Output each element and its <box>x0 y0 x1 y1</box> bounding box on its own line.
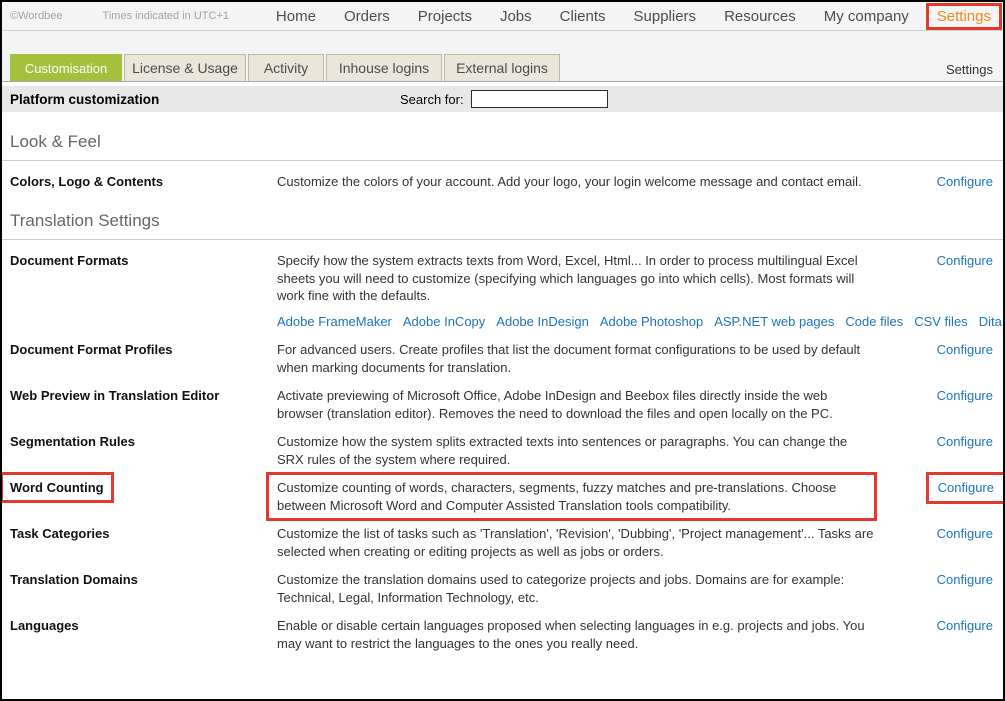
format-link[interactable]: CSV files <box>914 314 967 329</box>
search-group: Search for: <box>400 90 608 108</box>
setting-row-description: Customize how the system splits extracte… <box>277 433 877 468</box>
format-link[interactable]: Adobe Photoshop <box>600 314 703 329</box>
setting-row-segmentation-rules: Segmentation Rules Customize how the sys… <box>2 433 1003 468</box>
nav-item-my-company[interactable]: My company <box>824 8 909 25</box>
setting-row-colors-logo-contents: Colors, Logo & Contents Customize the co… <box>2 173 1003 191</box>
setting-row-description: Activate previewing of Microsoft Office,… <box>277 387 877 422</box>
search-label: Search for: <box>400 92 464 107</box>
configure-link[interactable]: Configure <box>937 342 993 357</box>
format-link[interactable]: Code files <box>845 314 903 329</box>
setting-row-languages: Languages Enable or disable certain lang… <box>2 617 1003 652</box>
nav-item-jobs[interactable]: Jobs <box>500 8 532 25</box>
search-input[interactable] <box>471 90 608 108</box>
setting-row-description: Customize the translation domains used t… <box>277 571 877 606</box>
configure-link[interactable]: Configure <box>937 388 993 403</box>
nav-item-home[interactable]: Home <box>276 8 316 25</box>
configure-link[interactable]: Configure <box>937 174 993 189</box>
tab-license-usage[interactable]: License & Usage <box>124 54 246 81</box>
setting-row-description: Specify how the system extracts texts fr… <box>277 252 877 305</box>
setting-row-description: Customize the colors of your account. Ad… <box>277 173 877 191</box>
brand-label: ©Wordbee <box>10 10 63 22</box>
toolbar: Platform customization Search for: <box>2 86 1003 112</box>
nav-item-clients[interactable]: Clients <box>560 8 606 25</box>
setting-row-document-format-profiles: Document Format Profiles For advanced us… <box>2 341 1003 376</box>
top-bar: ©Wordbee Times indicated in UTC+1 Home O… <box>2 2 1003 31</box>
main-nav: Home Orders Projects Jobs Clients Suppli… <box>276 8 991 25</box>
configure-link[interactable]: Configure <box>937 434 993 449</box>
setting-row-label: Document Format Profiles <box>10 341 277 358</box>
tab-inhouse-logins[interactable]: Inhouse logins <box>326 54 442 81</box>
setting-row-label: Languages <box>10 617 277 634</box>
page-title: Platform customization <box>10 92 159 107</box>
section-title-translation-settings: Translation Settings <box>2 211 1003 240</box>
section-title-look-and-feel: Look & Feel <box>2 132 1003 161</box>
configure-link[interactable]: Configure <box>937 572 993 587</box>
setting-row-label-highlighted: Word Counting <box>0 472 114 503</box>
setting-row-description-highlighted: Customize counting of words, characters,… <box>266 472 877 521</box>
setting-row-task-categories: Task Categories Customize the list of ta… <box>2 525 1003 560</box>
format-link[interactable]: Adobe FrameMaker <box>277 314 392 329</box>
setting-row-label: Translation Domains <box>10 571 277 588</box>
tab-external-logins[interactable]: External logins <box>444 54 560 81</box>
setting-row-label: Document Formats <box>10 252 277 269</box>
setting-row-word-counting: Word Counting Customize counting of word… <box>2 479 1003 514</box>
setting-row-description: Enable or disable certain languages prop… <box>277 617 877 652</box>
format-link[interactable]: Dita files <box>979 314 1005 329</box>
configure-link[interactable]: Configure <box>937 253 993 268</box>
document-format-links: Adobe FrameMaker Adobe InCopy Adobe InDesi… <box>277 314 877 331</box>
setting-row-label: Task Categories <box>10 525 277 542</box>
settings-page: ©Wordbee Times indicated in UTC+1 Home O… <box>0 0 1005 701</box>
setting-row-label: Colors, Logo & Contents <box>10 173 277 190</box>
nav-item-settings[interactable]: Settings <box>926 3 1002 30</box>
setting-row-web-preview: Web Preview in Translation Editor Activa… <box>2 387 1003 422</box>
tab-strip: Customisation License & Usage Activity I… <box>2 31 1003 82</box>
setting-row-description: For advanced users. Create profiles that… <box>277 341 877 376</box>
format-link[interactable]: Adobe InDesign <box>496 314 589 329</box>
nav-item-suppliers[interactable]: Suppliers <box>634 8 697 25</box>
format-link[interactable]: ASP.NET web pages <box>714 314 834 329</box>
section-look-and-feel: Colors, Logo & Contents Customize the co… <box>2 161 1003 191</box>
configure-highlight-box: Configure <box>926 472 1005 504</box>
setting-row-label: Segmentation Rules <box>10 433 277 450</box>
timezone-note: Times indicated in UTC+1 <box>103 10 229 22</box>
setting-row-description: Customize the list of tasks such as 'Tra… <box>277 525 877 560</box>
setting-row-label: Web Preview in Translation Editor <box>10 387 277 404</box>
nav-item-projects[interactable]: Projects <box>418 8 472 25</box>
tab-customisation[interactable]: Customisation <box>10 54 122 81</box>
configure-link[interactable]: Configure <box>937 618 993 633</box>
format-link[interactable]: Adobe InCopy <box>403 314 485 329</box>
section-translation-settings: Document Formats Specify how the system … <box>2 240 1003 652</box>
setting-row-translation-domains: Translation Domains Customize the transl… <box>2 571 1003 606</box>
configure-link[interactable]: Configure <box>938 480 994 495</box>
settings-corner-label: Settings <box>946 62 993 77</box>
tab-activity[interactable]: Activity <box>248 54 324 81</box>
nav-item-resources[interactable]: Resources <box>724 8 796 25</box>
configure-link[interactable]: Configure <box>937 526 993 541</box>
settings-content: Look & Feel Colors, Logo & Contents Cust… <box>2 132 1003 673</box>
nav-item-orders[interactable]: Orders <box>344 8 390 25</box>
setting-row-document-formats: Document Formats Specify how the system … <box>2 252 1003 330</box>
